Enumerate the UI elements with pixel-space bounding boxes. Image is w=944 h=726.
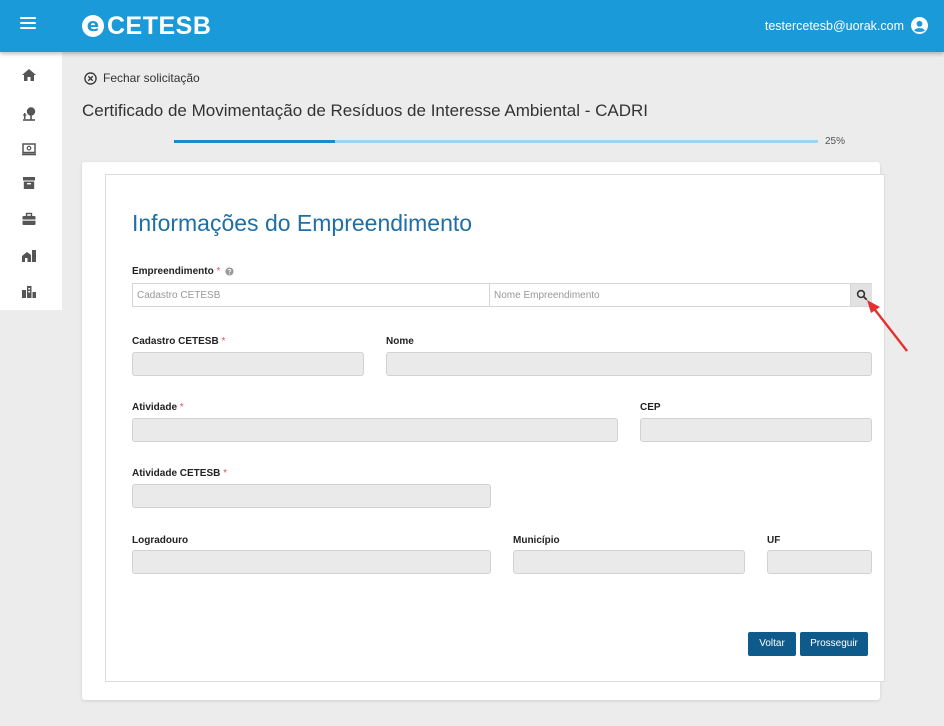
cetesb-logo[interactable]: e CETESB [82, 10, 211, 42]
cadastro-field-label-text: Cadastro CETESB [132, 336, 219, 347]
uf-field-label: UF [767, 535, 781, 546]
close-circle-icon [84, 71, 97, 85]
sidebar [0, 52, 62, 310]
building-icon[interactable] [21, 248, 37, 264]
nome-field[interactable] [386, 352, 872, 376]
progress-percent: 25% [825, 136, 846, 147]
required-mark: * [216, 266, 221, 277]
user-email[interactable]: testercetesb@uorak.com [765, 19, 904, 33]
close-request-label: Fechar solicitação [103, 71, 200, 85]
atividade-field-label: Atividade * [132, 402, 184, 413]
menu-icon[interactable] [20, 17, 36, 33]
top-bar: e CETESB testercetesb@uorak.com [0, 0, 944, 52]
archive-icon[interactable] [21, 175, 37, 191]
annotation-arrow-icon [867, 300, 908, 352]
close-request-link[interactable]: Fechar solicitação [84, 71, 200, 85]
voltar-button[interactable]: Voltar [748, 632, 796, 656]
municipio-field[interactable] [513, 550, 745, 574]
uf-field[interactable] [767, 550, 872, 574]
atividade-cetesb-field-label-text: Atividade CETESB [132, 468, 221, 479]
required-mark: * [221, 336, 226, 347]
nome-search-input[interactable] [490, 284, 848, 306]
required-mark: * [179, 402, 184, 413]
empreendimento-label-text: Empreendimento [132, 266, 214, 277]
nome-field-label: Nome [386, 336, 414, 347]
atividade-cetesb-field-label: Atividade CETESB * [132, 468, 227, 479]
municipio-field-label: Município [513, 535, 560, 546]
section-title: Informações do Empreendimento [132, 210, 473, 236]
logradouro-field[interactable] [132, 550, 491, 574]
city-icon[interactable] [21, 284, 37, 300]
tree-icon[interactable] [21, 106, 37, 122]
empreendimento-label: Empreendimento * [132, 266, 234, 277]
logo-text: CETESB [107, 11, 212, 40]
cadastro-field-label: Cadastro CETESB * [132, 336, 225, 347]
cep-field-label: CEP [640, 402, 661, 413]
logo-mark: e [82, 15, 104, 37]
atividade-field-label-text: Atividade [132, 402, 178, 413]
briefcase-icon[interactable] [21, 211, 37, 227]
user-account-icon[interactable] [911, 17, 928, 34]
cadastro-search-input[interactable] [133, 284, 489, 306]
cadastro-cetesb-field[interactable] [132, 352, 364, 376]
atividade-cetesb-field[interactable] [132, 484, 491, 508]
required-mark: * [223, 468, 228, 479]
logradouro-field-label: Logradouro [132, 535, 189, 546]
prosseguir-button[interactable]: Prosseguir [800, 632, 868, 656]
monitor-icon[interactable] [21, 141, 37, 157]
progress-fill [174, 140, 335, 143]
page-title: Certificado de Movimentação de Resíduos … [82, 101, 648, 120]
cep-field[interactable] [640, 418, 872, 442]
home-icon[interactable] [21, 67, 37, 83]
progress-bar [174, 140, 818, 143]
help-icon[interactable] [225, 267, 234, 276]
atividade-field[interactable] [132, 418, 618, 442]
empreendimento-search [132, 283, 872, 307]
